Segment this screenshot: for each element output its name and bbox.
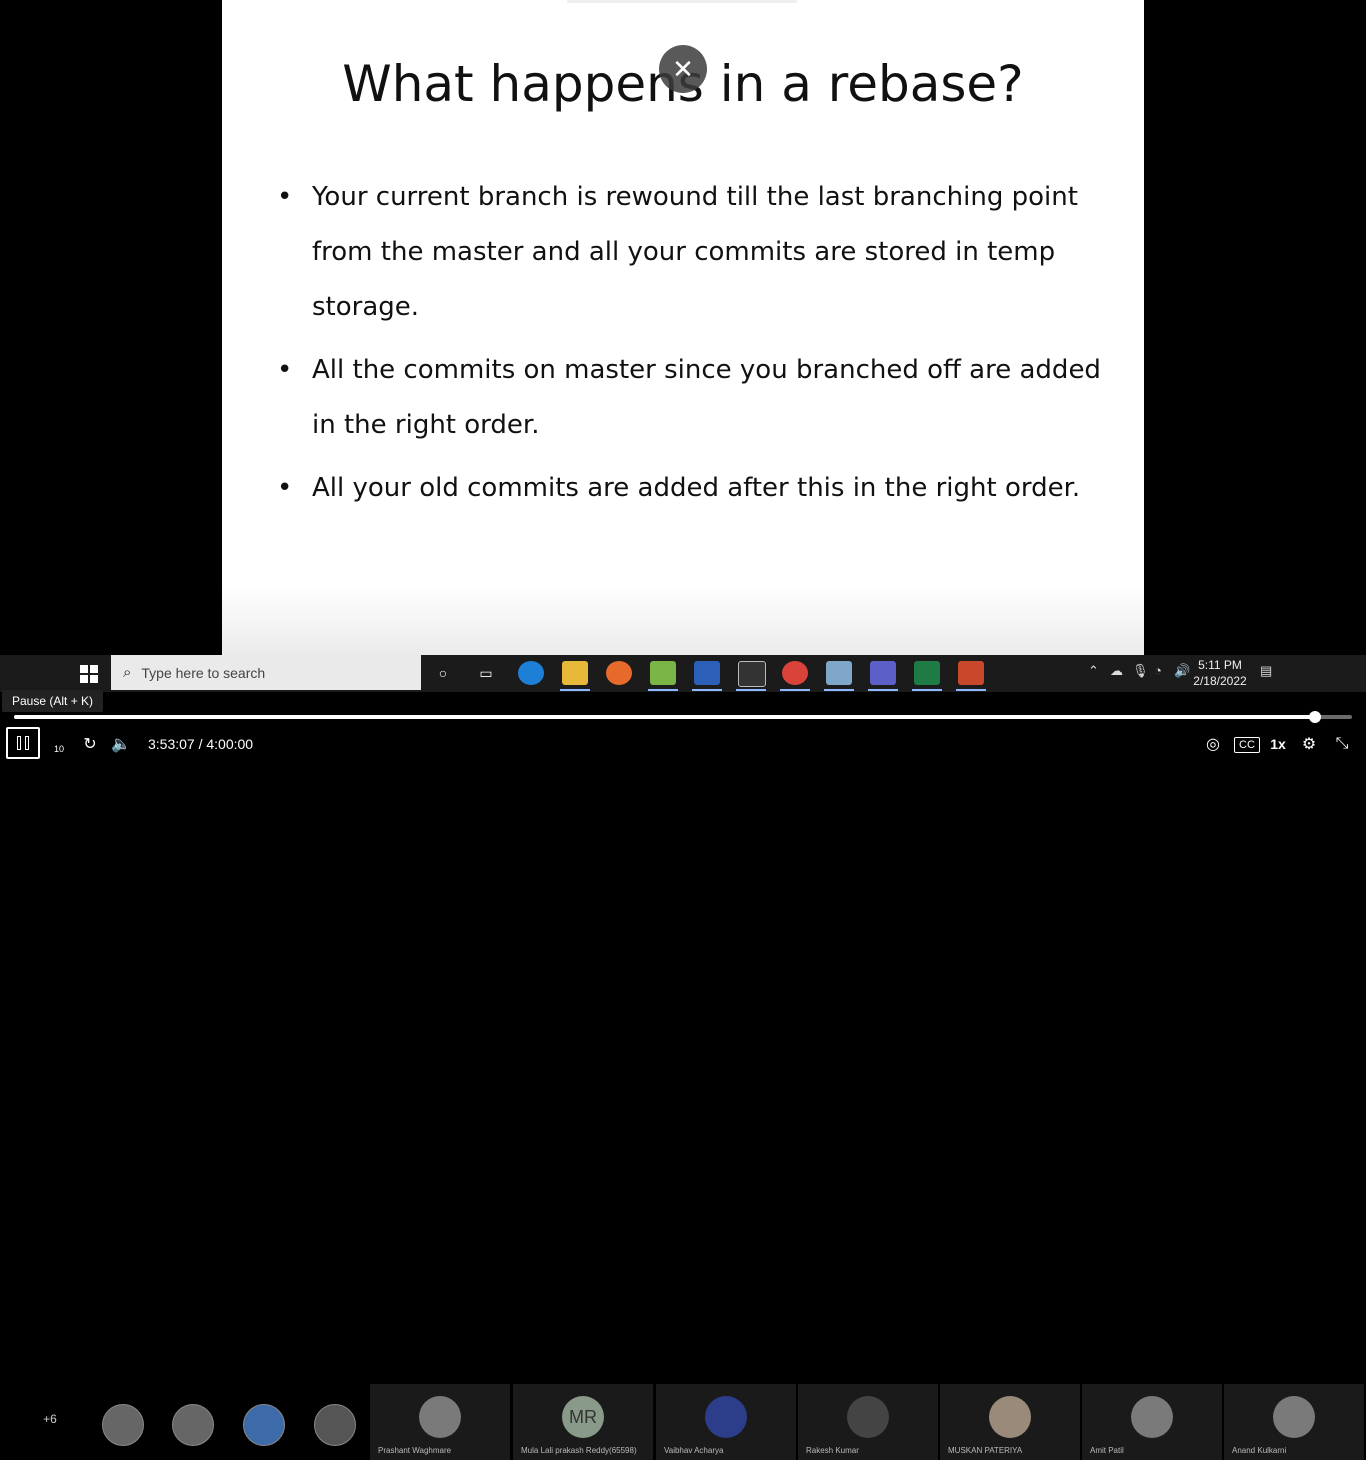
active-app-indicator <box>560 689 590 691</box>
pause-tooltip: Pause (Alt + K) <box>2 690 104 712</box>
participant-avatar <box>314 1404 356 1446</box>
volume-button[interactable]: 🔈 <box>110 733 132 755</box>
participant-name: Mula Lali prakash Reddy(65598) <box>521 1446 637 1455</box>
firefox-icon[interactable] <box>606 661 632 685</box>
pause-button[interactable] <box>6 727 40 759</box>
active-app-indicator <box>648 689 678 691</box>
participant-name: Anand Kulkarni <box>1232 1446 1287 1455</box>
file-explorer-icon[interactable] <box>562 661 588 685</box>
participant-name: Amit Patil <box>1090 1446 1124 1455</box>
powerpoint-icon[interactable] <box>958 661 984 685</box>
participant-initials: MR <box>569 1406 597 1427</box>
microphone-icon[interactable]: 🎙 <box>1132 663 1149 679</box>
bullet-text: All the commits on master since you bran… <box>312 355 1101 440</box>
participant-avatar <box>419 1396 461 1438</box>
search-icon: ⌕ <box>123 664 132 681</box>
participant-avatar: MR <box>562 1396 604 1438</box>
participant-avatar <box>847 1396 889 1438</box>
active-app-indicator <box>692 689 722 691</box>
rewind-10-button[interactable]: 10 <box>48 733 70 755</box>
participant-tile: MR Mula Lali prakash Reddy(65598) <box>513 1384 653 1460</box>
active-app-indicator <box>736 689 766 691</box>
forward-icon[interactable]: ↻ <box>80 733 100 755</box>
bullet-text: All your old commits are added after thi… <box>312 473 1081 503</box>
teams-icon[interactable] <box>870 661 896 685</box>
active-app-indicator <box>824 689 854 691</box>
clock-time: 5:11 PM <box>1198 658 1242 672</box>
participant-strip: Prashant Waghmare MR Mula Lali prakash R… <box>0 692 1366 1460</box>
participant-avatar <box>989 1396 1031 1438</box>
network-icon[interactable]: ◔ <box>1154 663 1162 678</box>
bullet-text: Your current branch is rewound till the … <box>312 182 1078 322</box>
seek-bar[interactable] <box>14 711 1352 723</box>
participant-avatar <box>1131 1396 1173 1438</box>
captions-label: CC <box>1239 739 1255 751</box>
active-app-indicator <box>912 689 942 691</box>
active-app-indicator <box>956 689 986 691</box>
bullet-glyph: • <box>277 355 293 385</box>
participant-tile: Rakesh Kumar <box>798 1384 938 1460</box>
volume-icon: 🔈 <box>111 736 131 753</box>
slide-bottom-fade <box>222 585 1144 655</box>
windows-start-icon[interactable] <box>80 665 98 683</box>
participant-name: Rakesh Kumar <box>806 1446 859 1455</box>
slide-bullet: • All your old commits are added after th… <box>277 461 1117 516</box>
excel-icon[interactable] <box>914 661 940 685</box>
active-app-indicator <box>868 689 898 691</box>
clock-date: 2/18/2022 <box>1193 674 1247 688</box>
chevron-up-icon[interactable]: ⌃ <box>1088 663 1099 679</box>
close-icon[interactable]: ✕ <box>659 45 707 93</box>
settings-gear-icon[interactable]: ⚙ <box>1298 733 1320 755</box>
audio-description-icon[interactable]: ◎ <box>1202 733 1224 755</box>
taskbar-search-box[interactable]: ⌕ Type here to search <box>111 655 421 690</box>
search-placeholder: Type here to search <box>141 664 266 681</box>
edge-icon[interactable] <box>518 661 544 685</box>
seek-bar-played <box>14 715 1315 719</box>
participant-tile: Anand Kulkarni <box>1224 1384 1364 1460</box>
windows-taskbar: ⌕ Type here to search ○ ▭ ⌃ ☁ 🎙 ◔ 🔊 5:11… <box>0 655 1366 692</box>
more-participants-badge: +6 <box>43 1412 57 1426</box>
participant-tile: Amit Patil <box>1082 1384 1222 1460</box>
participant-name: MUSKAN PATERIYA <box>948 1446 1023 1455</box>
taskbar-clock[interactable]: 5:11 PM 2/18/2022 <box>1190 657 1250 689</box>
terminal-icon[interactable] <box>738 661 766 687</box>
participant-tile: Prashant Waghmare <box>370 1384 510 1460</box>
participant-tile: MUSKAN PATERIYA <box>940 1384 1080 1460</box>
active-app-indicator <box>780 689 810 691</box>
onedrive-icon[interactable]: ☁ <box>1110 663 1123 679</box>
volume-icon[interactable]: 🔊 <box>1174 663 1190 679</box>
participant-avatar <box>705 1396 747 1438</box>
participant-avatar <box>172 1404 214 1446</box>
snip-icon[interactable] <box>826 661 852 685</box>
notification-icon[interactable]: ▤ <box>1260 663 1272 679</box>
seek-bar-handle[interactable] <box>1308 711 1321 723</box>
chrome-icon[interactable] <box>782 661 808 685</box>
fullscreen-exit-icon[interactable]: ⤡ <box>1331 733 1353 755</box>
playback-speed-button[interactable]: 1x <box>1268 733 1288 755</box>
time-display: 3:53:07 / 4:00:00 <box>148 736 254 752</box>
participant-tile: Vaibhav Acharya <box>656 1384 796 1460</box>
slide-bullet: • Your current branch is rewound till the… <box>277 170 1117 335</box>
presentation-slide: What happens in a rebase? • Your current … <box>222 0 1144 655</box>
participant-name: Prashant Waghmare <box>378 1446 452 1455</box>
word-icon[interactable] <box>694 661 720 685</box>
participant-avatar <box>102 1404 144 1446</box>
slide-bullet-list: • Your current branch is rewound till the… <box>277 170 1117 524</box>
notepad-plus-icon[interactable] <box>650 661 676 685</box>
slide-edge <box>567 0 797 3</box>
bullet-glyph: • <box>277 182 293 212</box>
slide-bullet: • All the commits on master since you bra… <box>277 343 1117 453</box>
participant-avatar <box>243 1404 285 1446</box>
participant-avatar <box>1273 1396 1315 1438</box>
pause-icon <box>17 736 29 750</box>
cortana-icon[interactable]: ○ <box>430 661 456 685</box>
rewind-10-label: 10 <box>53 744 64 754</box>
captions-button[interactable]: CC <box>1234 737 1260 753</box>
task-view-icon[interactable]: ▭ <box>473 661 499 685</box>
bullet-glyph: • <box>277 473 293 503</box>
participant-name: Vaibhav Acharya <box>664 1446 724 1455</box>
